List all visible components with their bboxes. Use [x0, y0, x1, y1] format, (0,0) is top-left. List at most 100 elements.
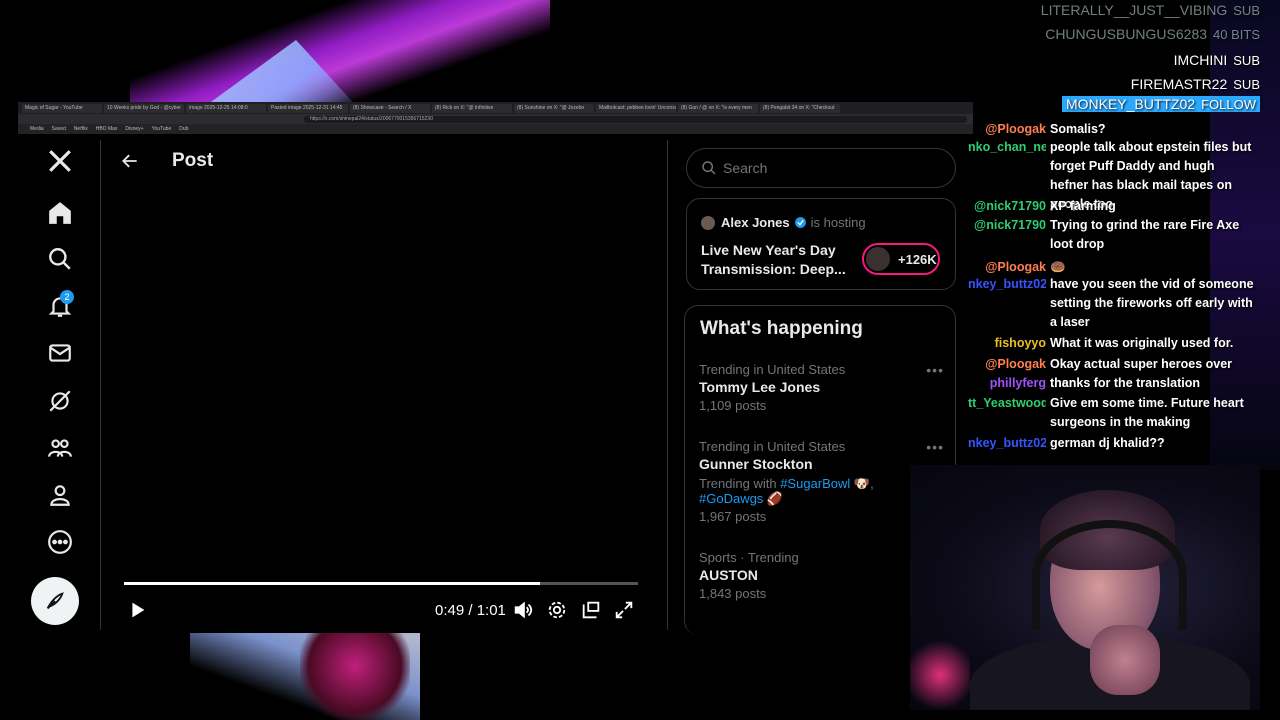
bookmarks-bar: Media Saved Netflix HBO Max Disney+ YouT… — [18, 124, 973, 134]
address-bar: https://x.com/shinepal24/status/20067700… — [18, 114, 973, 124]
compose-post-button[interactable] — [31, 577, 79, 625]
chat-event: IMCHINI SUB — [1174, 52, 1260, 68]
trend-name: AUSTON — [699, 567, 758, 583]
chat-message: fishoyyo What it was originally used for. — [968, 334, 1258, 353]
video-controls: 0:49 / 1:01 — [118, 596, 648, 626]
chat-user: phillyferg — [989, 376, 1046, 390]
event-kind: SUB — [1233, 77, 1260, 92]
feather-icon — [46, 592, 64, 609]
chat-user: @nick71790 — [974, 199, 1046, 213]
more-options-icon[interactable]: ••• — [926, 362, 944, 378]
chat-message: nkey_buttz02 have you seen the vid of som… — [968, 275, 1258, 332]
browser-tab[interactable]: image 2025-12-25 14:08:0 — [186, 103, 266, 113]
chat-event-follow: MONKEY_BUTTZ02 FOLLOW — [1061, 96, 1260, 112]
event-user: FIREMASTR22 — [1130, 76, 1228, 92]
listener-count-pill[interactable]: +126K — [862, 243, 940, 275]
bookmark-item[interactable]: Media — [30, 126, 44, 132]
chat-event: CHUNGUSBUNGUS6283 40 BITS — [1045, 26, 1260, 42]
search-box[interactable]: Search — [686, 148, 956, 188]
trend-posts: 1,843 posts — [699, 586, 767, 601]
chat-message: @nick71790 XP farming — [968, 197, 1258, 216]
profile-icon[interactable] — [44, 479, 76, 511]
browser-tab-active[interactable]: (8) Pengabit 34 on X: "Checkout — [760, 103, 840, 113]
trending-with-label: Trending with — [699, 476, 777, 491]
headphones — [1032, 520, 1187, 630]
browser-tab[interactable]: Pasted image 2025-12-31 14:45 — [268, 103, 348, 113]
browser-tab[interactable]: Mailbotcast: pebbee lovin' Unconso — [596, 103, 676, 113]
webcam-light — [910, 635, 970, 710]
bookmark-item[interactable]: Dub — [179, 126, 188, 132]
event-user: MONKEY_BUTTZ02 — [1065, 96, 1196, 112]
event-kind: SUB — [1233, 3, 1260, 18]
trend-meta: Trending in United States — [699, 362, 846, 377]
more-options-icon[interactable] — [44, 526, 76, 558]
listener-count: +126K — [898, 251, 937, 267]
browser-tab[interactable]: (8) Gun / @ on X: "is every men — [678, 103, 758, 113]
browser-tab[interactable]: (8) Showcase - Search / X — [350, 103, 430, 113]
more-options-icon[interactable]: ••• — [926, 439, 944, 455]
webcam-person-hand — [1090, 625, 1160, 695]
bookmark-item[interactable]: Saved — [52, 126, 66, 132]
chat-message: phillyferg thanks for the translation — [968, 374, 1258, 393]
trend-posts: 1,109 posts — [699, 398, 767, 413]
trend-item[interactable]: Sports · Trending AUSTON 1,843 posts — [699, 550, 944, 601]
hashtag-link[interactable]: #GoDawgs — [699, 491, 763, 506]
chat-text: XP farming — [1050, 199, 1116, 213]
notifications-icon[interactable]: 2 — [44, 290, 76, 322]
event-kind: 40 BITS — [1213, 27, 1260, 42]
play-icon[interactable] — [126, 599, 148, 621]
trend-item[interactable]: Trending in United States Gunner Stockto… — [699, 439, 944, 524]
listener-avatar — [866, 247, 890, 271]
hashtag-link[interactable]: #SugarBowl — [780, 476, 850, 491]
browser-tab[interactable]: (8) Sunshine on X: "@ Jozebo — [514, 103, 594, 113]
chat-user: fishoyyo — [994, 336, 1046, 350]
bookmark-item[interactable]: Netflix — [74, 126, 88, 132]
trend-meta: Sports · Trending — [699, 550, 799, 565]
communities-icon[interactable] — [44, 432, 76, 464]
left-navigation: 2 — [18, 133, 100, 633]
browser-tab[interactable]: Magic of Sugar - YouTube — [22, 103, 102, 113]
live-space-card[interactable]: Alex Jones is hosting Live New Year's Da… — [686, 198, 956, 290]
page-title: Post — [172, 150, 214, 171]
post-header: Post — [120, 146, 213, 176]
browser-tab[interactable]: 10 Weeks pride by God - @cyber — [104, 103, 184, 113]
column-divider — [100, 140, 101, 630]
bookmark-item[interactable]: HBO Max — [96, 126, 118, 132]
chat-text: Give em some time. Future heart surgeons… — [1050, 396, 1244, 429]
host-avatar — [701, 215, 715, 230]
browser-tab[interactable]: (8) Rick on X: "@ Infinitive — [432, 103, 512, 113]
chat-text: have you seen the vid of someone setting… — [1050, 277, 1254, 329]
stream-chat-overlay: LITERALLY__JUST__VIBING SUB CHUNGUSBUNGUS… — [968, 0, 1280, 470]
x-logo-icon[interactable] — [44, 145, 76, 177]
trend-item[interactable]: Trending in United States Tommy Lee Jone… — [699, 362, 944, 413]
event-user: CHUNGUSBUNGUS6283 — [1045, 26, 1208, 42]
trend-name: Tommy Lee Jones — [699, 379, 821, 395]
video-progress-bar[interactable] — [124, 582, 638, 585]
back-arrow-icon[interactable] — [120, 151, 140, 171]
notification-badge: 2 — [60, 290, 74, 304]
column-divider — [667, 140, 668, 630]
home-icon[interactable] — [44, 197, 76, 229]
bookmark-item[interactable]: Disney+ — [125, 126, 143, 132]
video-progress-fill — [124, 582, 541, 585]
grok-icon[interactable] — [44, 385, 76, 417]
messages-icon[interactable] — [44, 337, 76, 369]
hosting-label: is hosting — [810, 215, 866, 230]
event-user: IMCHINI — [1173, 52, 1228, 68]
search-icon — [702, 161, 716, 175]
picture-in-picture-icon[interactable] — [580, 599, 602, 621]
event-kind: FOLLOW — [1201, 97, 1256, 112]
chat-text: Trying to grind the rare Fire Axe loot d… — [1050, 218, 1240, 251]
video-player[interactable]: 0:49 / 1:01 — [118, 188, 653, 633]
settings-gear-icon[interactable] — [546, 599, 568, 621]
space-host-row: Alex Jones is hosting — [701, 215, 866, 230]
host-name[interactable]: Alex Jones — [721, 215, 790, 230]
bookmark-item[interactable]: YouTube — [152, 126, 172, 132]
chat-text: german dj khalid?? — [1050, 436, 1165, 450]
search-icon[interactable] — [44, 243, 76, 275]
fullscreen-icon[interactable] — [613, 599, 635, 621]
volume-icon[interactable] — [512, 599, 534, 621]
chat-event: LITERALLY__JUST__VIBING SUB — [1041, 2, 1260, 18]
chat-user: nkey_buttz02 — [968, 436, 1046, 450]
url-field[interactable]: https://x.com/shinepal24/status/20067700… — [304, 115, 967, 123]
